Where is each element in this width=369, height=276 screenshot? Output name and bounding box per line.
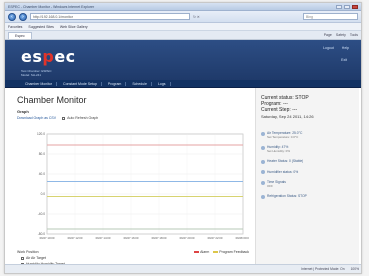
exit-link[interactable]: Exit (341, 58, 347, 62)
main-nav: Chamber Monitor Constant Mode Setup Prog… (5, 80, 361, 88)
refresh-stop-icons[interactable]: ↻ ✕ (193, 15, 200, 19)
main-panel: Chamber Monitor Graph Download Graph as … (13, 88, 251, 266)
page-menu[interactable]: Page (324, 33, 332, 37)
security-zone: Internet | Protected Mode: On (301, 267, 345, 271)
checkbox-icon[interactable] (62, 116, 66, 120)
zoom-level[interactable]: 100% (351, 267, 359, 271)
status-item-air-temp[interactable]: Air Temperature: 25.0°C Set Temperature: … (261, 131, 359, 139)
nav-constant-mode[interactable]: Constant Mode Setup (59, 81, 102, 86)
bullet-icon (261, 159, 265, 164)
x-tick-label: 09/27 22:00 (208, 236, 223, 240)
safety-menu[interactable]: Safety (336, 33, 346, 37)
maximize-button[interactable] (344, 4, 350, 9)
bullet-icon (261, 131, 265, 136)
x-tick-label: 09/27 18:00 (152, 236, 167, 240)
forward-icon[interactable]: › (19, 12, 27, 21)
site-header: espec Logout Help Exit Test Chamber: ESP… (5, 40, 361, 80)
window-titlebar: ESPEC - Chamber Monitor - Windows Intern… (5, 3, 361, 11)
status-item-heater[interactable]: Heater Status: 0 (Stable) (261, 159, 359, 164)
x-tick-label: 09/27 10:00 (40, 236, 55, 240)
bullet-icon (261, 180, 265, 185)
url-field[interactable]: http://192.168.0.1/monitor (30, 13, 190, 20)
bullet-icon (261, 170, 265, 174)
status-item-time-signals[interactable]: Time Signals OFF (261, 180, 359, 188)
graph-controls: Download Graph as CSV Auto Refresh Graph (17, 116, 251, 120)
status-item-refrigeration[interactable]: Refrigeration Status: STOP (261, 194, 359, 199)
page-title: Chamber Monitor (17, 95, 87, 105)
favorites-item[interactable]: Favorites (8, 25, 22, 29)
status-item-humidifier[interactable]: Humidifier status: 0% (261, 170, 359, 174)
tools-menu[interactable]: Tools (350, 33, 358, 37)
browser-window: ESPEC - Chamber Monitor - Windows Intern… (4, 2, 362, 274)
graph-heading: Graph (17, 109, 29, 114)
legend-item: Alarm (194, 250, 209, 254)
x-tick-label: 09/27 14:00 (96, 236, 111, 240)
nav-program[interactable]: Program (104, 81, 127, 86)
status-heading: Current status: STOP Program: --- Curren… (261, 95, 359, 113)
bullet-icon (261, 145, 265, 150)
legend-item: Program Feedback (213, 250, 249, 254)
y-tick-label: 40.0 (39, 172, 45, 176)
tab-bar: Espec Page Safety Tools (5, 31, 361, 40)
chart-svg: 120.080.040.00.0-40.0-80.009/27 10:00 09/… (37, 132, 249, 240)
espec-logo[interactable]: espec (21, 47, 76, 66)
status-date: Saturday, Sep 24 2011, 14:26 (261, 114, 314, 119)
x-tick-label: 09/27 16:00 (124, 236, 139, 240)
nav-logs[interactable]: Logs (154, 81, 171, 86)
x-tick-label: 09/28 00:00 (236, 236, 249, 240)
content-area: Chamber Monitor Graph Download Graph as … (5, 88, 361, 266)
back-icon[interactable]: ‹ (8, 12, 16, 21)
air-toggle[interactable]: Air Air Target (21, 256, 65, 260)
temperature-chart: 120.0 80.0 40.0 0.0 -40.0 -80.0 09/27 10:00 09/… (17, 128, 249, 248)
x-tick-label: 09/27 12:00 (68, 236, 83, 240)
step-status: Current Step: --- (261, 107, 298, 113)
nav-chamber-monitor[interactable]: Chamber Monitor (21, 81, 58, 86)
command-bar: Page Safety Tools (324, 33, 358, 37)
download-csv-link[interactable]: Download Graph as CSV (17, 116, 56, 120)
legend-swatch (194, 251, 200, 253)
y-tick-label: 0.0 (41, 192, 46, 196)
minimize-button[interactable] (336, 4, 342, 9)
x-tick-label: 09/27 20:00 (180, 236, 195, 240)
bullet-icon (261, 194, 265, 199)
close-button[interactable] (352, 4, 358, 9)
status-item-humidity[interactable]: Humidity: 47% Set Humidity: 0% (261, 145, 359, 153)
auto-refresh-toggle[interactable]: Auto Refresh Graph (62, 116, 98, 120)
plot-area (46, 133, 244, 235)
y-tick-label: 120.0 (37, 132, 45, 136)
tab-espec[interactable]: Espec (8, 31, 32, 39)
favorites-bar: Favorites Suggested Sites Web Slice Gall… (5, 23, 361, 31)
checkbox-icon[interactable] (21, 256, 24, 260)
window-title: ESPEC - Chamber Monitor - Windows Intern… (8, 4, 95, 9)
address-bar: ‹ › http://192.168.0.1/monitor ↻ ✕ Bing (5, 11, 361, 23)
status-list: Air Temperature: 25.0°C Set Temperature: … (261, 131, 359, 199)
chart-legend-bar: Work Position Alarm Program Feedback (17, 250, 249, 254)
header-links: Logout Help (323, 46, 349, 50)
nav-schedule[interactable]: Schedule (128, 81, 152, 86)
window-controls (336, 4, 358, 9)
browser-statusbar: Internet | Protected Mode: On 100% (5, 264, 361, 273)
logout-link[interactable]: Logout (323, 46, 334, 50)
favorites-item[interactable]: Web Slice Gallery (60, 25, 88, 29)
legend-left-label: Work Position (17, 250, 39, 254)
chamber-info: Test Chamber: ESPEC Model: SH-241 (21, 69, 52, 77)
favorites-item[interactable]: Suggested Sites (28, 25, 54, 29)
status-sidebar: Current status: STOP Program: --- Curren… (255, 88, 359, 266)
search-input[interactable]: Bing (303, 13, 358, 20)
y-tick-label: 80.0 (39, 152, 45, 156)
legend-swatch (213, 251, 219, 253)
help-link[interactable]: Help (342, 46, 349, 50)
y-tick-label: -40.0 (38, 212, 45, 216)
